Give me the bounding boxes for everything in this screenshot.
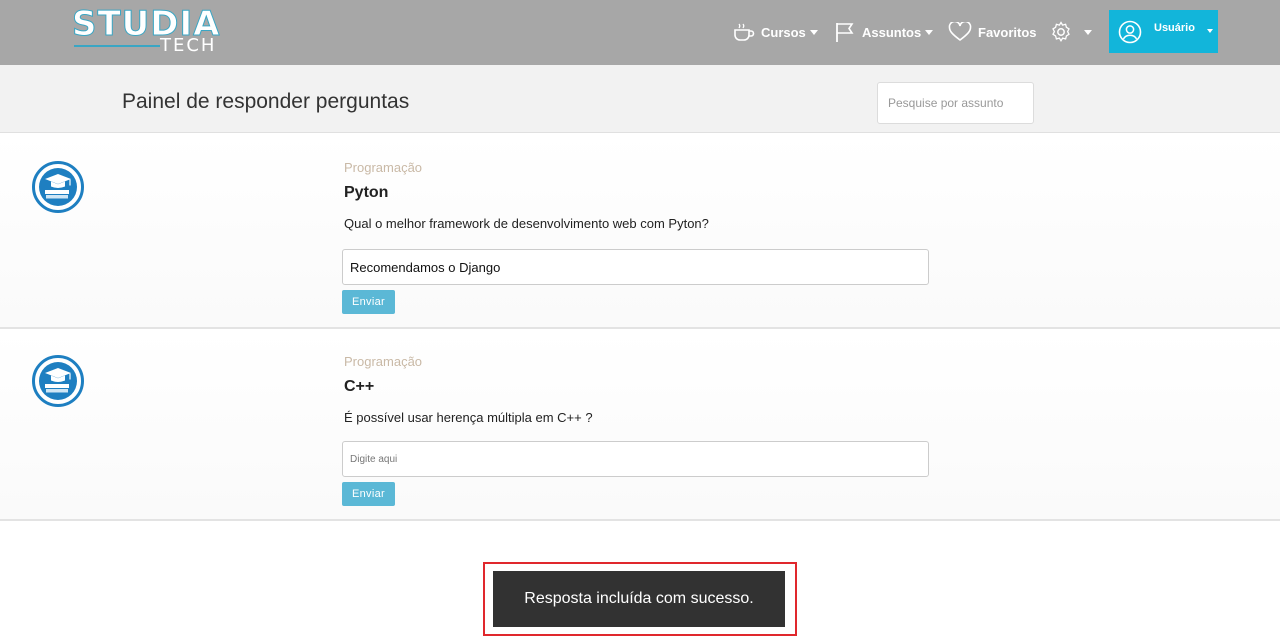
nav-favoritos-label: Favoritos [978,24,1037,40]
question-category: Programação [344,354,423,369]
studia-tech-logo[interactable]: STUDIA TECH [71,6,222,58]
gear-icon [1052,21,1070,42]
graduation-books-icon [32,355,84,407]
nav-assuntos-label: Assuntos [862,24,922,40]
user-label: Usuário [1154,21,1195,34]
question-text: Qual o melhor framework de desenvolvimen… [344,216,709,231]
chevron-down-icon [1207,29,1213,33]
heart-icon [948,22,972,42]
send-answer-button[interactable]: Enviar [342,290,395,314]
question-category: Programação [344,160,423,175]
graduation-books-icon [32,161,84,213]
top-navbar: STUDIA TECH Cursos Assuntos Favoritos Us… [0,0,1280,65]
nav-assuntos-menu[interactable]: Assuntos [834,19,934,45]
question-card: Programação C++ É possível usar herença … [0,329,1280,521]
question-title: Pyton [344,184,389,201]
user-menu-button[interactable]: Usuário [1109,10,1218,53]
flag-icon [836,23,854,42]
coffee-cup-icon [734,23,755,41]
chevron-down-icon [809,29,818,35]
nav-cursos-label: Cursos [761,24,806,40]
success-toast: Resposta incluída com sucesso. [493,571,785,627]
page-title: Painel de responder perguntas [122,90,410,113]
logo-sub-text: TECH [160,35,217,56]
answer-input[interactable] [342,441,929,477]
user-avatar-icon [1118,20,1142,43]
chevron-down-icon [925,29,934,35]
subject-search-input[interactable] [877,82,1034,124]
question-card: Programação Pyton Qual o melhor framewor… [0,133,1280,329]
nav-favoritos-link[interactable]: Favoritos [948,19,1037,45]
logo-underline [74,45,160,47]
answer-input[interactable] [342,249,929,285]
nav-cursos-menu[interactable]: Cursos [733,19,818,45]
send-answer-button[interactable]: Enviar [342,482,395,506]
settings-menu[interactable] [1050,19,1092,45]
toast-highlight-frame: Resposta incluída com sucesso. [483,562,797,636]
panel-header: Painel de responder perguntas [0,65,1280,133]
chevron-down-icon [1084,29,1092,35]
question-text: É possível usar herença múltipla em C++ … [344,410,593,425]
question-title: C++ [344,378,375,395]
